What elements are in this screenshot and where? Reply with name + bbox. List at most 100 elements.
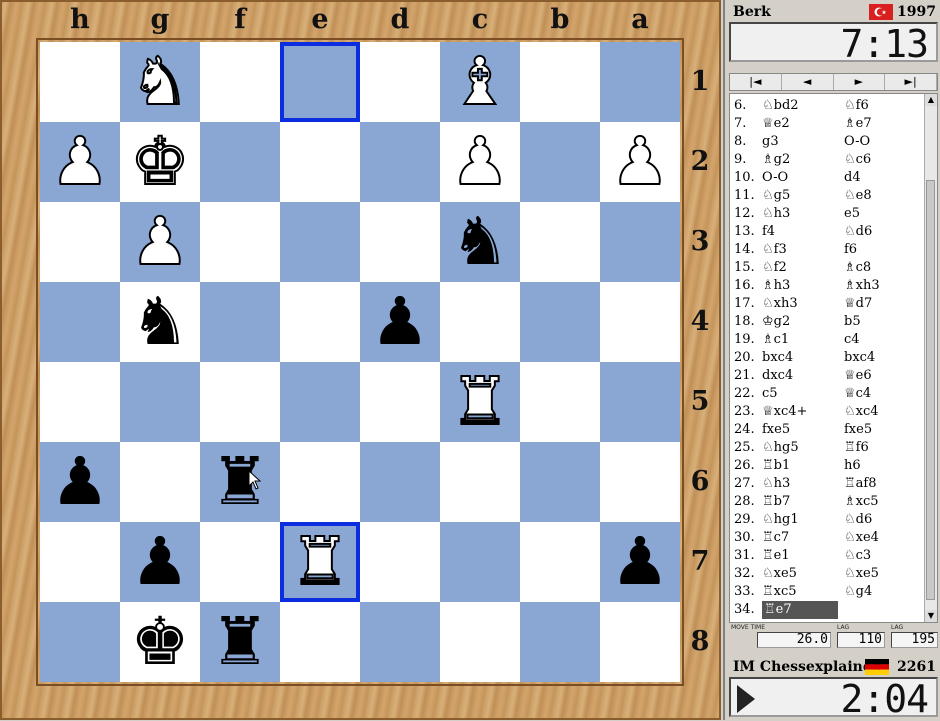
white-pawn-h2[interactable]: ♟ bbox=[40, 122, 120, 202]
move-row[interactable]: 6. ♘bd2 ♘f6 bbox=[730, 97, 926, 115]
white-move[interactable]: dxc4 bbox=[762, 367, 793, 385]
white-pawn-g3[interactable]: ♟ bbox=[120, 202, 200, 282]
white-move[interactable]: ♘xe5 bbox=[762, 565, 797, 583]
square-c6[interactable] bbox=[440, 442, 520, 522]
square-e2[interactable] bbox=[280, 122, 360, 202]
black-move[interactable]: d4 bbox=[844, 169, 861, 187]
white-move[interactable]: ♖e1 bbox=[762, 547, 790, 565]
square-b2[interactable] bbox=[520, 122, 600, 202]
move-row[interactable]: 15. ♘f2 ♗c8 bbox=[730, 259, 926, 277]
scroll-down-icon[interactable]: ▼ bbox=[925, 610, 937, 622]
previous-move-button[interactable]: ◄ bbox=[782, 74, 834, 90]
white-move[interactable]: g3 bbox=[762, 133, 779, 151]
square-e4[interactable] bbox=[280, 282, 360, 362]
black-rook-f8[interactable]: ♜ bbox=[200, 602, 280, 682]
black-move[interactable]: ♖af8 bbox=[844, 475, 877, 493]
square-h1[interactable] bbox=[40, 42, 120, 122]
move-row[interactable]: 20. bxc4 bxc4 bbox=[730, 349, 926, 367]
square-a4[interactable] bbox=[600, 282, 680, 362]
move-row[interactable]: 34. ♖e7 bbox=[730, 601, 926, 619]
square-h3[interactable] bbox=[40, 202, 120, 282]
black-move[interactable]: ♘xe4 bbox=[844, 529, 879, 547]
white-move[interactable]: bxc4 bbox=[762, 349, 793, 367]
square-e1[interactable] bbox=[280, 42, 360, 122]
move-row[interactable]: 13. f4 ♘d6 bbox=[730, 223, 926, 241]
square-a8[interactable] bbox=[600, 602, 680, 682]
white-move[interactable]: ♖e7 bbox=[762, 601, 838, 619]
scroll-up-icon[interactable]: ▲ bbox=[925, 94, 937, 106]
square-f1[interactable] bbox=[200, 42, 280, 122]
white-move[interactable]: ♕xc4+ bbox=[762, 403, 807, 421]
black-king-g8[interactable]: ♚ bbox=[120, 602, 200, 682]
black-move[interactable]: ♕c4 bbox=[844, 385, 871, 403]
black-move[interactable]: ♘g4 bbox=[844, 583, 872, 601]
white-pawn-a2[interactable]: ♟ bbox=[600, 122, 680, 202]
square-g5[interactable] bbox=[120, 362, 200, 442]
move-row[interactable]: 7. ♕e2 ♗e7 bbox=[730, 115, 926, 133]
square-b8[interactable] bbox=[520, 602, 600, 682]
move-row[interactable]: 18. ♔g2 b5 bbox=[730, 313, 926, 331]
white-move[interactable]: ♖b1 bbox=[762, 457, 790, 475]
square-g6[interactable] bbox=[120, 442, 200, 522]
move-row[interactable]: 33. ♖xc5 ♘g4 bbox=[730, 583, 926, 601]
move-row[interactable]: 24. fxe5 fxe5 bbox=[730, 421, 926, 439]
square-d6[interactable] bbox=[360, 442, 440, 522]
white-move[interactable]: fxe5 bbox=[762, 421, 790, 439]
black-move[interactable]: ♘xe5 bbox=[844, 565, 879, 583]
white-move[interactable]: ♘h3 bbox=[762, 205, 790, 223]
black-move[interactable]: ♘e8 bbox=[844, 187, 872, 205]
black-pawn-d4[interactable]: ♟ bbox=[360, 282, 440, 362]
square-d2[interactable] bbox=[360, 122, 440, 202]
white-move[interactable]: ♘g5 bbox=[762, 187, 790, 205]
move-row[interactable]: 30. ♖c7 ♘xe4 bbox=[730, 529, 926, 547]
black-move[interactable]: h6 bbox=[844, 457, 861, 475]
black-move[interactable]: ♗e7 bbox=[844, 115, 872, 133]
white-king-g2[interactable]: ♚ bbox=[120, 122, 200, 202]
square-h4[interactable] bbox=[40, 282, 120, 362]
move-row[interactable]: 31. ♖e1 ♘c3 bbox=[730, 547, 926, 565]
square-f4[interactable] bbox=[200, 282, 280, 362]
white-knight-g1[interactable]: ♞ bbox=[120, 42, 200, 122]
white-bishop-c1[interactable]: ♝ bbox=[440, 42, 520, 122]
black-move[interactable]: bxc4 bbox=[844, 349, 875, 367]
black-move[interactable]: ♘f6 bbox=[844, 97, 869, 115]
black-move[interactable]: b5 bbox=[844, 313, 861, 331]
move-row[interactable]: 21. dxc4 ♕e6 bbox=[730, 367, 926, 385]
square-a3[interactable] bbox=[600, 202, 680, 282]
move-row[interactable]: 23. ♕xc4+ ♘xc4 bbox=[730, 403, 926, 421]
white-move[interactable]: f4 bbox=[762, 223, 775, 241]
move-row[interactable]: 12. ♘h3 e5 bbox=[730, 205, 926, 223]
white-move[interactable]: ♖xc5 bbox=[762, 583, 797, 601]
white-move[interactable]: ♘hg1 bbox=[762, 511, 799, 529]
white-move[interactable]: ♘f3 bbox=[762, 241, 787, 259]
black-move[interactable]: ♘d6 bbox=[844, 511, 872, 529]
black-move[interactable]: c4 bbox=[844, 331, 860, 349]
black-move[interactable]: ♗xh3 bbox=[844, 277, 880, 295]
move-row[interactable]: 14. ♘f3 f6 bbox=[730, 241, 926, 259]
black-move[interactable]: fxe5 bbox=[844, 421, 872, 439]
move-row[interactable]: 29. ♘hg1 ♘d6 bbox=[730, 511, 926, 529]
square-e6[interactable] bbox=[280, 442, 360, 522]
white-move[interactable]: ♗g2 bbox=[762, 151, 790, 169]
white-move[interactable]: ♘h3 bbox=[762, 475, 790, 493]
black-pawn-a7[interactable]: ♟ bbox=[600, 522, 680, 602]
first-move-button[interactable]: |◄ bbox=[730, 74, 782, 90]
square-b3[interactable] bbox=[520, 202, 600, 282]
move-row[interactable]: 10. O-O d4 bbox=[730, 169, 926, 187]
move-row[interactable]: 26. ♖b1 h6 bbox=[730, 457, 926, 475]
black-move[interactable]: ♘d6 bbox=[844, 223, 872, 241]
move-row[interactable]: 8. g3 O-O bbox=[730, 133, 926, 151]
white-move[interactable]: ♘bd2 bbox=[762, 97, 799, 115]
move-list[interactable]: 6. ♘bd2 ♘f6 7. ♕e2 ♗e7 8. g3 O-O 9. ♗g2 ♘c6 10. O-O d4… bbox=[729, 93, 938, 623]
last-move-button[interactable]: ►| bbox=[885, 74, 937, 90]
black-pawn-h6[interactable]: ♟ bbox=[40, 442, 120, 522]
square-c7[interactable] bbox=[440, 522, 520, 602]
move-row[interactable]: 17. ♘xh3 ♕d7 bbox=[730, 295, 926, 313]
move-row[interactable]: 9. ♗g2 ♘c6 bbox=[730, 151, 926, 169]
white-move[interactable]: ♗c1 bbox=[762, 331, 789, 349]
move-row[interactable]: 27. ♘h3 ♖af8 bbox=[730, 475, 926, 493]
move-row[interactable]: 25. ♘hg5 ♖f6 bbox=[730, 439, 926, 457]
black-move[interactable]: ♘c3 bbox=[844, 547, 871, 565]
white-move[interactable]: ♖c7 bbox=[762, 529, 789, 547]
white-pawn-c2[interactable]: ♟ bbox=[440, 122, 520, 202]
